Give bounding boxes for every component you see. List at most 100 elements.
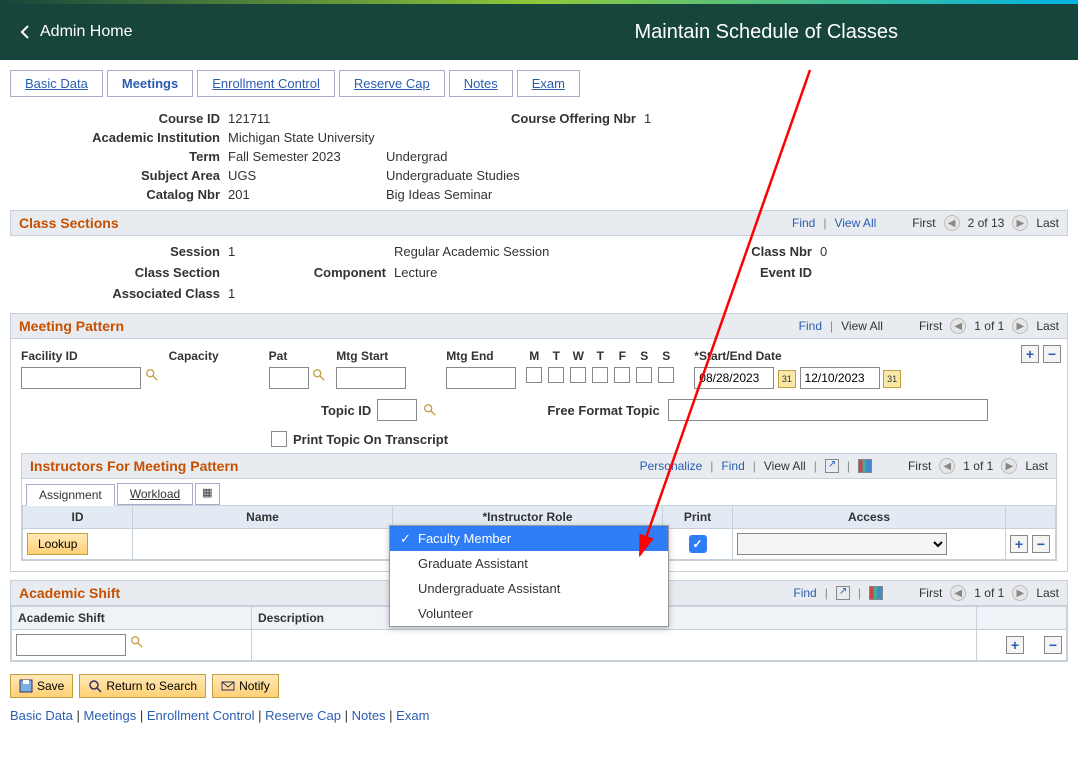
calendar-icon[interactable]: 31 [778,370,796,388]
as-first[interactable]: First [919,586,942,600]
as-delete-row[interactable]: − [1044,636,1062,654]
lookup-icon[interactable] [145,368,159,382]
day-t2-check[interactable] [592,367,608,383]
inst-find[interactable]: Find [721,459,744,473]
print-topic-check[interactable] [271,431,287,447]
show-all-cols-icon[interactable]: ▦ [195,483,219,505]
inst-personalize[interactable]: Personalize [640,459,703,473]
calendar-icon[interactable]: 31 [883,370,901,388]
print-topic-label: Print Topic On Transcript [293,432,448,447]
as-prev-icon[interactable]: ◀ [950,585,966,601]
tab-meetings[interactable]: Meetings [107,70,193,97]
cs-view-all[interactable]: View All [834,216,876,230]
inst-delete-row[interactable]: − [1032,535,1050,553]
free-format-input[interactable] [668,399,988,421]
inst-next-icon[interactable]: ▶ [1001,458,1017,474]
as-add-row[interactable]: + [1006,636,1024,654]
mp-add-row[interactable]: + [1021,345,1039,363]
table-row: + − [12,630,1067,661]
assoc-class-value: 1 [228,286,268,301]
day-s2: S [658,349,674,363]
zoom-icon[interactable] [836,586,850,600]
day-t1: T [548,349,564,363]
mp-prev-icon[interactable]: ◀ [950,318,966,334]
subtab-workload[interactable]: Workload [117,483,193,505]
pat-label: Pat [269,349,327,363]
notify-button[interactable]: Notify [212,674,279,698]
tab-enrollment-control[interactable]: Enrollment Control [197,70,335,97]
inst-last[interactable]: Last [1025,459,1048,473]
end-date-input[interactable] [800,367,880,389]
back-button[interactable]: Admin Home [18,23,132,41]
topic-id-label: Topic ID [321,403,371,418]
day-f-check[interactable] [614,367,630,383]
day-s2-check[interactable] [658,367,674,383]
course-id-value: 121711 [228,111,378,126]
return-button[interactable]: Return to Search [79,674,206,698]
tab-exam[interactable]: Exam [517,70,580,97]
day-m-check[interactable] [526,367,542,383]
pat-input[interactable] [269,367,309,389]
col-id: ID [23,506,133,529]
role-opt-undergrad[interactable]: Undergraduate Assistant [390,576,668,601]
day-w-check[interactable] [570,367,586,383]
cs-find[interactable]: Find [792,216,815,230]
day-s1-check[interactable] [636,367,652,383]
cs-first[interactable]: First [912,216,935,230]
role-opt-volunteer[interactable]: Volunteer [390,601,668,626]
course-info: Course ID 121711 Course Offering Nbr 1 A… [10,111,1068,202]
subtab-assignment[interactable]: Assignment [26,484,115,506]
role-opt-faculty[interactable]: Faculty Member [390,526,668,551]
lookup-icon[interactable] [312,368,326,382]
inst-view-all[interactable]: View All [764,459,806,473]
lookup-icon[interactable] [130,635,144,649]
instructor-role-dropdown[interactable]: Faculty Member Graduate Assistant Underg… [389,525,669,627]
course-id-label: Course ID [10,111,220,126]
back-label: Admin Home [40,23,132,41]
lookup-icon[interactable] [423,403,437,417]
cs-prev-icon[interactable]: ◀ [944,215,960,231]
bl-basic-data[interactable]: Basic Data [10,708,73,723]
mp-next-icon[interactable]: ▶ [1012,318,1028,334]
lookup-button[interactable]: Lookup [27,533,88,555]
cs-last[interactable]: Last [1036,216,1059,230]
as-next-icon[interactable]: ▶ [1012,585,1028,601]
mtg-start-label: Mtg Start [336,349,406,363]
inst-add-row[interactable]: + [1010,535,1028,553]
role-opt-grad[interactable]: Graduate Assistant [390,551,668,576]
mp-first[interactable]: First [919,319,942,333]
tab-reserve-cap[interactable]: Reserve Cap [339,70,445,97]
tab-notes[interactable]: Notes [449,70,513,97]
print-checkbox[interactable]: ✓ [689,535,707,553]
bl-enrollment[interactable]: Enrollment Control [147,708,255,723]
day-s1: S [636,349,652,363]
day-t1-check[interactable] [548,367,564,383]
save-button[interactable]: Save [10,674,73,698]
access-select[interactable] [737,533,947,555]
mp-find[interactable]: Find [799,319,822,333]
day-f: F [614,349,630,363]
mtg-end-input[interactable] [446,367,516,389]
mtg-start-input[interactable] [336,367,406,389]
zoom-icon[interactable] [825,459,839,473]
tab-basic-data[interactable]: Basic Data [10,70,103,97]
topic-id-input[interactable] [377,399,417,421]
bl-meetings[interactable]: Meetings [83,708,136,723]
mp-delete-row[interactable]: − [1043,345,1061,363]
facility-id-input[interactable] [21,367,141,389]
download-icon[interactable] [858,459,872,473]
bl-notes[interactable]: Notes [352,708,386,723]
as-last[interactable]: Last [1036,586,1059,600]
start-date-input[interactable] [694,367,774,389]
inst-first[interactable]: First [908,459,931,473]
day-t2: T [592,349,608,363]
bl-reserve-cap[interactable]: Reserve Cap [265,708,341,723]
bl-exam[interactable]: Exam [396,708,429,723]
download-icon[interactable] [869,586,883,600]
cs-next-icon[interactable]: ▶ [1012,215,1028,231]
mp-last[interactable]: Last [1036,319,1059,333]
class-sections-bar: Class Sections Find | View All First ◀ 2… [10,210,1068,236]
as-find[interactable]: Find [793,586,816,600]
shift-input[interactable] [16,634,126,656]
inst-prev-icon[interactable]: ◀ [939,458,955,474]
